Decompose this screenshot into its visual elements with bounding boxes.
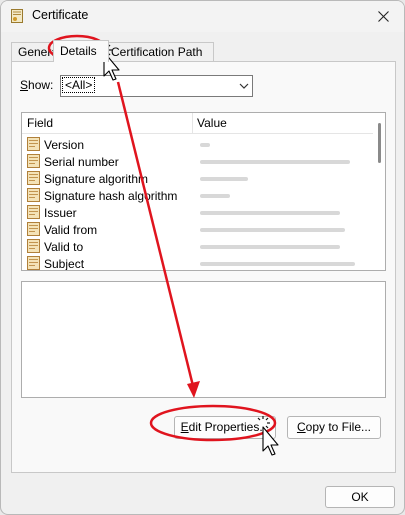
list-row-valid-from[interactable]: Valid from bbox=[22, 221, 373, 238]
scrollbar-thumb[interactable] bbox=[378, 123, 381, 163]
certificate-icon bbox=[11, 9, 23, 23]
tab-strip: General Certification Path Details bbox=[11, 40, 396, 62]
edit-properties-button[interactable]: Edit Properties... bbox=[174, 416, 276, 439]
field-value-blurred bbox=[200, 143, 210, 147]
close-icon bbox=[377, 11, 389, 22]
list-row-signature-hash-algorithm[interactable]: Signature hash algorithm bbox=[22, 187, 373, 204]
list-row-valid-to[interactable]: Valid to bbox=[22, 238, 373, 255]
show-label: Show: bbox=[20, 78, 53, 92]
show-label-rest: how: bbox=[28, 78, 54, 92]
column-header-field[interactable]: Field bbox=[27, 116, 53, 130]
list-header: Field Value bbox=[22, 113, 373, 134]
fields-list[interactable]: Field Value Version Serial number Signat… bbox=[21, 112, 386, 271]
details-panel: Show: <All> Field Value Version Serial n… bbox=[11, 61, 396, 473]
field-icon bbox=[27, 222, 40, 236]
field-name: Serial number bbox=[44, 155, 119, 169]
copy-to-file-label: opy to File... bbox=[305, 420, 372, 434]
certificate-dialog: Certificate General Certification Path D… bbox=[0, 0, 405, 515]
field-icon bbox=[27, 154, 40, 168]
field-icon bbox=[27, 188, 40, 202]
show-dropdown-value: <All> bbox=[61, 77, 96, 93]
field-value-blurred bbox=[200, 160, 350, 164]
show-label-accel: S bbox=[20, 78, 29, 92]
copy-to-file-accel: C bbox=[296, 420, 306, 434]
field-icon bbox=[27, 256, 40, 270]
field-name: Valid to bbox=[44, 240, 84, 254]
list-row-serial-number[interactable]: Serial number bbox=[22, 153, 373, 170]
tab-details-label: Details bbox=[60, 44, 97, 58]
show-dropdown[interactable]: <All> bbox=[60, 75, 253, 97]
list-scrollbar[interactable] bbox=[374, 113, 385, 270]
field-value-blurred bbox=[200, 177, 248, 181]
field-value-blurred bbox=[200, 228, 345, 232]
title-bar: Certificate bbox=[1, 1, 404, 32]
field-icon bbox=[27, 137, 40, 151]
close-button[interactable] bbox=[362, 1, 404, 32]
field-name: Version bbox=[44, 138, 85, 152]
tab-general[interactable]: General bbox=[11, 42, 59, 61]
field-name: Signature hash algorithm bbox=[44, 189, 178, 203]
tab-certification-path-label: Certification Path bbox=[111, 45, 203, 59]
tab-certification-path[interactable]: Certification Path bbox=[104, 42, 214, 61]
column-divider[interactable] bbox=[192, 113, 193, 133]
tab-details[interactable]: Details bbox=[53, 40, 109, 62]
field-name: Issuer bbox=[44, 206, 77, 220]
field-value-blurred bbox=[200, 262, 355, 266]
field-detail-box[interactable] bbox=[21, 281, 386, 398]
edit-properties-label: dit Properties... bbox=[188, 420, 270, 434]
field-icon bbox=[27, 205, 40, 219]
field-value-blurred bbox=[200, 211, 340, 215]
list-row-signature-algorithm[interactable]: Signature algorithm bbox=[22, 170, 373, 187]
field-value-blurred bbox=[200, 245, 340, 249]
list-row-issuer[interactable]: Issuer bbox=[22, 204, 373, 221]
copy-to-file-button[interactable]: Copy to File... bbox=[287, 416, 381, 439]
window-title: Certificate bbox=[32, 8, 89, 22]
column-header-value[interactable]: Value bbox=[197, 116, 227, 130]
field-icon bbox=[27, 171, 40, 185]
chevron-down-icon bbox=[239, 83, 249, 89]
field-name: Subject bbox=[44, 257, 85, 271]
ok-button[interactable]: OK bbox=[325, 486, 395, 508]
field-name: Valid from bbox=[44, 223, 98, 237]
field-name: Signature algorithm bbox=[44, 172, 149, 186]
field-value-blurred bbox=[200, 194, 230, 198]
list-row-subject[interactable]: Subject bbox=[22, 255, 373, 271]
edit-properties-accel: E bbox=[180, 420, 189, 434]
list-row-version[interactable]: Version bbox=[22, 136, 373, 153]
field-icon bbox=[27, 239, 40, 253]
